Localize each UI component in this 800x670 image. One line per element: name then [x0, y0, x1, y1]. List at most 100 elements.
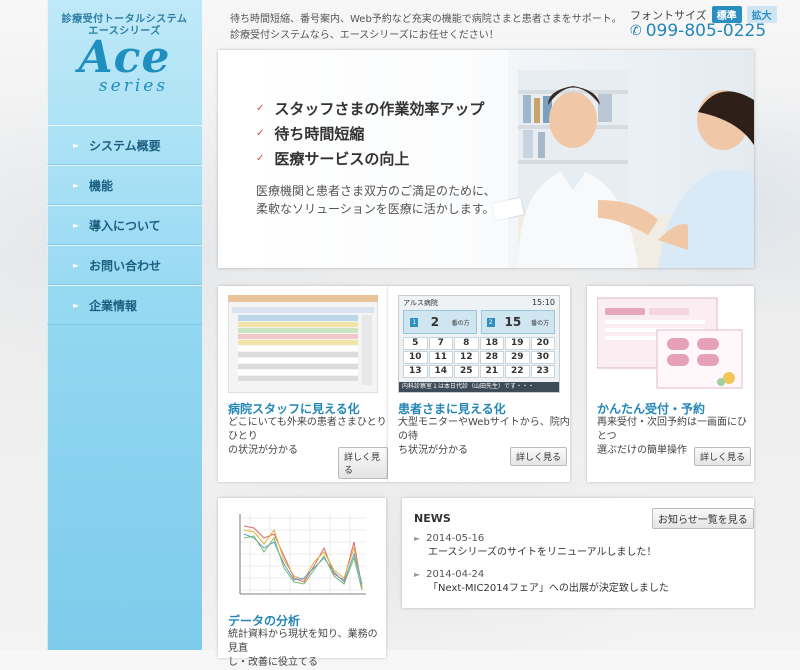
feature-card-analysis: データの分析 統計資料から現状を知り、業務の見直 し・改善に役立てる: [218, 498, 386, 668]
hero-point-text: 医療サービスの向上: [274, 150, 410, 168]
hero-desc-line1: 医療機関と患者さま双方のご満足のために、: [256, 184, 496, 198]
logo-subtitle-line1: 診療受付トータルシステム: [61, 14, 188, 25]
tagline-line1: 待ち時間短縮、番号案内、Web予約など充実の機能で病院さまと患者さまをサポート。: [230, 14, 622, 25]
tagline: 待ち時間短縮、番号案内、Web予約など充実の機能で病院さまと患者さまをサポート。…: [230, 12, 622, 44]
news-item[interactable]: ► 2014-04-24 「Next-MIC2014フェア」への出展が決定致しまし…: [414, 568, 669, 596]
hero-point: ✓ スタッフさまの作業効率アップ: [256, 96, 484, 121]
details-button[interactable]: 詳しく見る: [510, 447, 568, 466]
card-title[interactable]: 患者さまに見える化: [398, 400, 506, 417]
check-icon: ✓: [256, 128, 265, 139]
bullet-icon: ►: [414, 534, 421, 543]
monitor-header: アルス病院 15:10: [399, 296, 559, 310]
waiting-number-cell: 12: [454, 351, 479, 364]
card-text: 統計資料から現状を知り、業務の見直 し・改善に役立てる: [228, 628, 386, 670]
phone-contact[interactable]: ✆ 099-805-0225: [630, 21, 766, 41]
chevron-right-icon: ►: [73, 220, 80, 230]
room-2-label: 2: [486, 317, 495, 327]
news-list-button[interactable]: お知らせ一覧を見る: [652, 508, 754, 529]
nav-item-label: 機能: [89, 178, 114, 193]
news-text: 「Next-MIC2014フェア」への出展が決定致しました: [428, 583, 669, 594]
logo[interactable]: 診療受付トータルシステム エースシリーズ Ace series: [47, 0, 202, 110]
news-date: 2014-04-24: [426, 569, 485, 580]
monitor-hospital: アルス病院: [403, 299, 438, 307]
hero-point: ✓ 医療サービスの向上: [256, 146, 484, 171]
waiting-number-cell: 21: [479, 365, 504, 378]
room-1-call: 1 2 番の方: [403, 310, 477, 334]
waiting-number-cell: 23: [530, 365, 555, 378]
monitor-ticker: 内科診察室１は本日代診（山田先生）です・・・: [399, 382, 559, 392]
waiting-number-cell: 14: [428, 365, 453, 378]
nav-item-label: お問い合わせ: [89, 258, 162, 273]
waiting-number-cell: 29: [505, 351, 530, 364]
feature-card-patient: アルス病院 15:10 1 2 番の方 2 15 番の方 5 7 8 18 19 20 10…: [388, 286, 570, 482]
phone-number: 099-805-0225: [645, 21, 767, 41]
hero-banner: ✓ スタッフさまの作業効率アップ ✓ 待ち時間短縮 ✓ 医療サービスの向上 医療…: [218, 50, 754, 268]
news-heading: NEWS: [414, 512, 451, 525]
waiting-number-cell: 30: [530, 351, 555, 364]
waiting-number-cell: 11: [428, 351, 453, 364]
nav-item-label: 企業情報: [89, 298, 138, 313]
logo-series: series: [98, 76, 169, 96]
card-text-line1: 統計資料から現状を知り、業務の見直: [228, 629, 378, 654]
chevron-right-icon: ►: [73, 260, 80, 270]
nav-item-contact[interactable]: ► お問い合わせ: [47, 245, 202, 285]
reception-screen-thumbnail[interactable]: [597, 294, 745, 394]
waiting-number-cell: 7: [428, 337, 453, 350]
room-2-number: 15: [504, 315, 522, 329]
details-button[interactable]: 詳しく見る: [338, 447, 388, 479]
waiting-number-cell: 10: [403, 351, 428, 364]
news-item[interactable]: ► 2014-05-16 エースシリーズのサイトをリニューアルしました！: [414, 532, 657, 560]
feature-card-staff: 病院スタッフに見える化 どこにいても外来の患者さまひとりひとり の状況が分かる …: [218, 286, 388, 482]
chevron-right-icon: ►: [73, 180, 80, 190]
check-icon: ✓: [256, 153, 265, 164]
chevron-right-icon: ►: [73, 140, 80, 150]
waiting-number-cell: 13: [403, 365, 428, 378]
waiting-number-cell: 25: [454, 365, 479, 378]
waiting-number-cell: 22: [505, 365, 530, 378]
nav-item-features[interactable]: ► 機能: [47, 165, 202, 205]
main-nav: ► システム概要 ► 機能 ► 導入について ► お問い合わせ ► 企業情報: [47, 125, 202, 325]
card-text-line1: どこにいても外来の患者さまひとりひとり: [228, 417, 387, 442]
waiting-number-cell: 28: [479, 351, 504, 364]
waiting-number-cell: 18: [479, 337, 504, 350]
room-1-number: 2: [430, 315, 440, 329]
nav-item-introduction[interactable]: ► 導入について: [47, 205, 202, 245]
tagline-line2: 診療受付システムなら、エースシリーズにお任せください！: [230, 30, 499, 41]
patient-monitor-thumbnail[interactable]: アルス病院 15:10 1 2 番の方 2 15 番の方 5 7 8 18 19 20 10…: [398, 295, 560, 393]
sidebar: 診療受付トータルシステム エースシリーズ Ace series ► システム概要…: [47, 0, 202, 650]
card-text-line1: 再来受付・次回予約は一画面にひとつ: [597, 417, 747, 442]
analysis-chart-thumbnail[interactable]: [230, 508, 372, 606]
card-title[interactable]: データの分析: [228, 612, 300, 629]
check-icon: ✓: [256, 103, 265, 114]
hero-points: ✓ スタッフさまの作業効率アップ ✓ 待ち時間短縮 ✓ 医療サービスの向上: [256, 96, 484, 171]
news-panel: NEWS お知らせ一覧を見る ► 2014-05-16 エースシリーズのサイトをリ…: [402, 498, 754, 608]
staff-screen-thumbnail[interactable]: [228, 295, 378, 393]
chevron-right-icon: ►: [73, 300, 80, 310]
news-text: エースシリーズのサイトをリニューアルしました！: [428, 547, 657, 558]
hero-point-text: スタッフさまの作業効率アップ: [274, 100, 485, 118]
news-date: 2014-05-16: [426, 533, 485, 544]
feature-card-reception: かんたん受付・予約 再来受付・次回予約は一画面にひとつ 選ぶだけの簡単操作 詳し…: [587, 286, 754, 482]
card-title[interactable]: 病院スタッフに見える化: [228, 400, 360, 417]
nav-item-label: システム概要: [89, 138, 161, 153]
card-title[interactable]: かんたん受付・予約: [597, 400, 705, 417]
hero-description: 医療機関と患者さま双方のご満足のために、 柔軟なソリューションを医療に活かします…: [256, 182, 496, 218]
room-2-call: 2 15 番の方: [481, 310, 555, 334]
waiting-number-cell: 8: [454, 337, 479, 350]
nav-item-company[interactable]: ► 企業情報: [47, 285, 202, 325]
room-1-unit: 番の方: [451, 319, 470, 327]
monitor-calls: 1 2 番の方 2 15 番の方: [399, 310, 559, 334]
logo-name: Ace: [78, 32, 171, 83]
nav-item-overview[interactable]: ► システム概要: [47, 125, 202, 165]
nav-item-label: 導入について: [89, 218, 161, 233]
hero-point: ✓ 待ち時間短縮: [256, 121, 484, 146]
waiting-number-grid: 5 7 8 18 19 20 10 11 12 28 29 30 13 14 25 21 22 23: [399, 334, 559, 378]
details-button[interactable]: 詳しく見る: [694, 447, 752, 466]
phone-icon: ✆: [630, 23, 642, 39]
hero-point-text: 待ち時間短縮: [274, 125, 365, 143]
bullet-icon: ►: [414, 570, 421, 579]
monitor-time: 15:10: [531, 298, 555, 307]
waiting-number-cell: 5: [403, 337, 428, 350]
waiting-number-cell: 20: [530, 337, 555, 350]
card-text-line2: し・改善に役立てる: [228, 657, 318, 668]
